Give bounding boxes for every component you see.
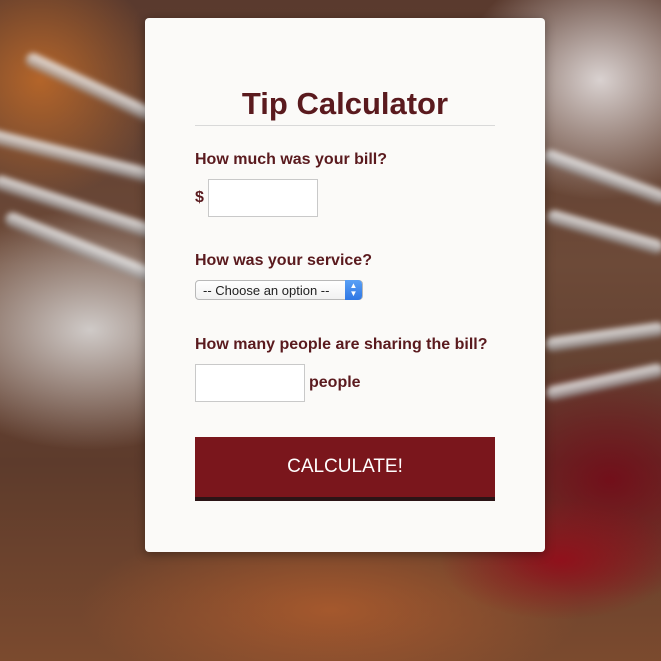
tip-calculator-card: Tip Calculator How much was your bill? $… bbox=[145, 18, 545, 552]
page-title: Tip Calculator bbox=[241, 86, 449, 121]
service-select[interactable]: -- Choose an option -- ▲ ▼ bbox=[195, 280, 363, 300]
bill-question-label: How much was your bill? bbox=[195, 151, 388, 168]
service-question-label: How was your service? bbox=[195, 252, 372, 269]
currency-symbol: $ bbox=[195, 189, 204, 206]
calculate-button[interactable]: CALCULATE! bbox=[195, 437, 495, 501]
select-stepper-icon: ▲ ▼ bbox=[345, 280, 362, 300]
bill-amount-input[interactable] bbox=[208, 179, 318, 217]
people-count-input[interactable] bbox=[195, 364, 305, 402]
service-select-value: -- Choose an option -- bbox=[203, 282, 330, 298]
people-question-label: How many people are sharing the bill? bbox=[195, 336, 488, 353]
title-divider bbox=[195, 125, 495, 126]
people-suffix-label: people bbox=[309, 374, 361, 391]
